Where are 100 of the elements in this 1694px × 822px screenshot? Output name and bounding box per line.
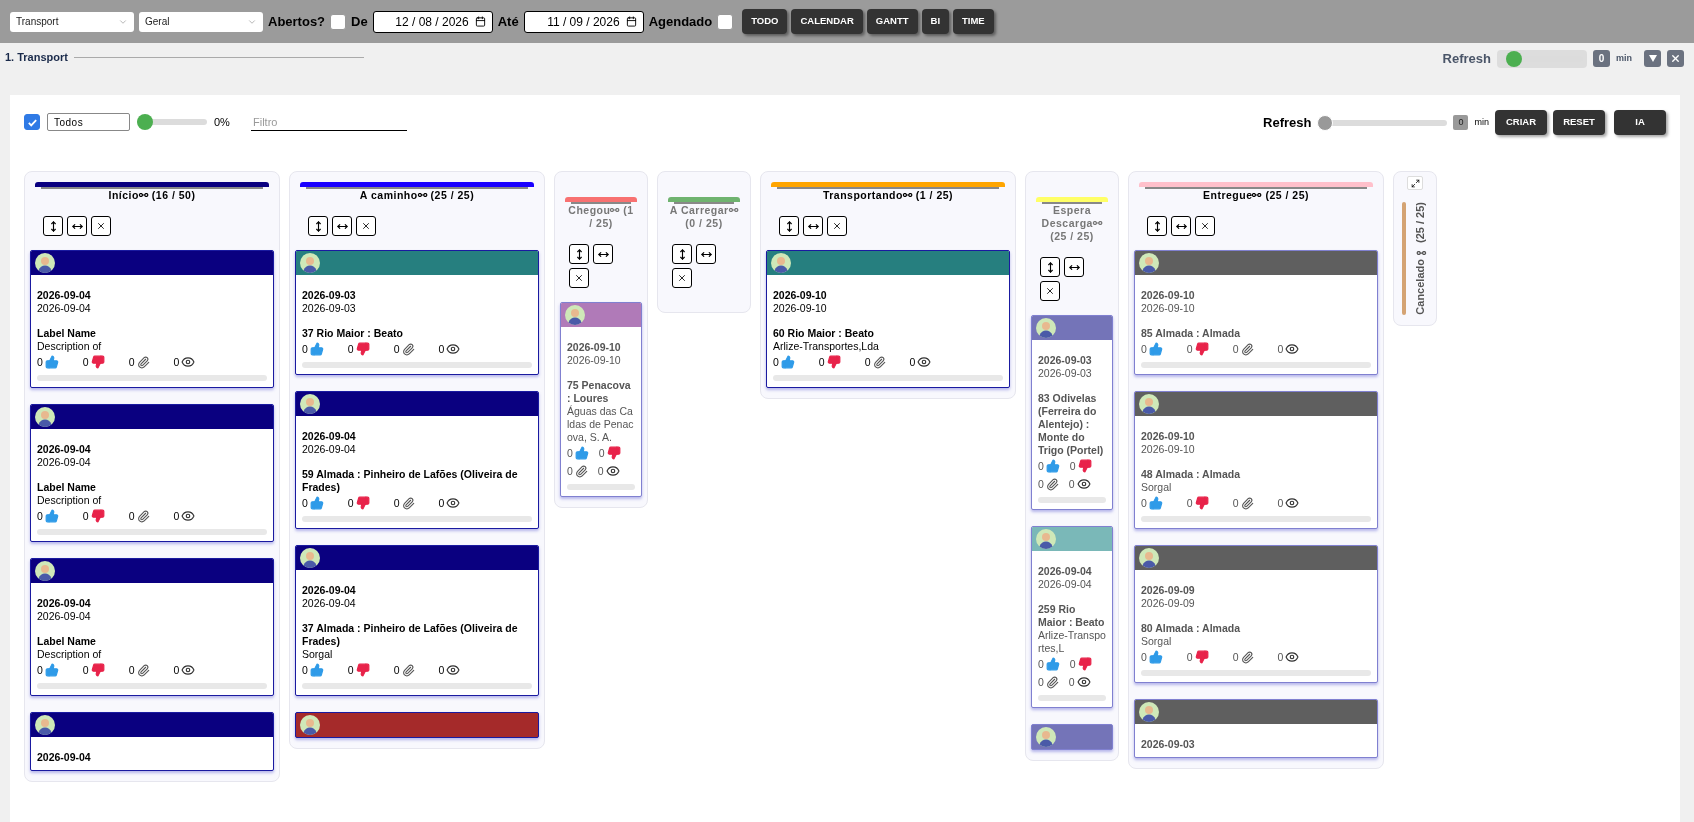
paperclip-icon[interactable] [401, 342, 415, 356]
thumbs-up-icon[interactable] [1148, 342, 1163, 356]
thumbs-up-icon[interactable] [1045, 657, 1060, 671]
resize-vertical-icon[interactable] [569, 244, 589, 264]
resize-horizontal-icon[interactable] [696, 244, 716, 264]
checkbox[interactable] [717, 13, 734, 30]
paperclip-icon[interactable] [136, 663, 150, 677]
task-card[interactable]: 2026-09-04 2026-09-04 Label Name Description of 0 0 0 0 [30, 250, 274, 388]
eye-icon[interactable] [1285, 342, 1300, 356]
thumbs-up-icon[interactable] [44, 355, 59, 369]
resize-vertical-icon[interactable] [1147, 216, 1167, 236]
resize-horizontal-icon[interactable] [593, 244, 613, 264]
close-icon[interactable] [827, 216, 847, 236]
resize-horizontal-icon[interactable] [803, 216, 823, 236]
task-card[interactable]: 2026-09-10 2026-09-10 48 Almada : Almada Sorgal 0 0 0 0 [1134, 391, 1378, 529]
task-card[interactable]: 2026-09-03 2026-09-03 83 Odivelas (Ferreira do Alentejo) : Monte do Trigo (Portel) 0 0 0 0 [1031, 315, 1113, 510]
calendar-icon[interactable] [625, 16, 637, 27]
resize-horizontal-icon[interactable] [332, 216, 352, 236]
slider[interactable] [1317, 114, 1448, 131]
paperclip-icon[interactable] [1045, 477, 1059, 491]
checkbox[interactable] [330, 13, 347, 30]
view-button[interactable]: GANTT [866, 9, 918, 34]
close-icon[interactable] [1195, 216, 1215, 236]
paperclip-icon[interactable] [401, 663, 415, 677]
close-icon[interactable] [356, 216, 376, 236]
paperclip-icon[interactable] [401, 496, 415, 510]
task-card[interactable] [295, 712, 539, 738]
task-card[interactable]: 2026-09-09 2026-09-09 80 Almada : Almada Sorgal 0 0 0 0 [1134, 545, 1378, 683]
thumbs-down-icon[interactable] [90, 663, 105, 677]
task-card[interactable]: 2026-09-04 2026-09-04 37 Almada : Pinheiro de Lafões (Oliveira de Frades) Sorgal 0 0 0 0 [295, 545, 539, 696]
resize-vertical-icon[interactable] [779, 216, 799, 236]
slider[interactable] [137, 114, 207, 130]
task-card[interactable]: 2026-09-04 2026-09-04 59 Almada : Pinheiro de Lafões (Oliveira de Frades) 0 0 0 0 [295, 391, 539, 529]
paperclip-icon[interactable] [574, 464, 588, 478]
view-button[interactable]: CALENDAR [791, 9, 863, 34]
expand-icon[interactable] [1407, 176, 1423, 190]
slider-thumb[interactable] [137, 114, 153, 130]
resize-horizontal-icon[interactable] [1171, 216, 1191, 236]
thumbs-down-icon[interactable] [1194, 496, 1209, 510]
slider-thumb[interactable] [1317, 114, 1334, 131]
paperclip-icon[interactable] [1240, 650, 1254, 664]
thumbs-up-icon[interactable] [1045, 459, 1060, 473]
thumbs-up-icon[interactable] [309, 342, 324, 356]
thumbs-down-icon[interactable] [90, 509, 105, 523]
thumbs-down-icon[interactable] [1077, 459, 1092, 473]
paperclip-icon[interactable] [136, 509, 150, 523]
filter-field[interactable]: Filtro [251, 113, 407, 131]
task-card[interactable]: 2026-09-03 [1134, 699, 1378, 758]
thumbs-up-icon[interactable] [44, 663, 59, 677]
thumbs-up-icon[interactable] [44, 509, 59, 523]
thumbs-down-icon[interactable] [1194, 650, 1209, 664]
checkbox[interactable] [24, 114, 40, 130]
thumbs-down-icon[interactable] [355, 342, 370, 356]
calendar-icon[interactable] [474, 16, 486, 27]
eye-icon[interactable] [446, 496, 461, 510]
task-card[interactable]: 2026-09-10 2026-09-10 60 Rio Maior : Beato Arlize-Transportes,Lda 0 0 0 0 [766, 250, 1010, 388]
eye-icon[interactable] [1285, 496, 1300, 510]
thumbs-down-icon[interactable] [606, 446, 621, 460]
paperclip-icon[interactable] [1045, 675, 1059, 689]
eye-icon[interactable] [181, 355, 196, 369]
collapse-button[interactable] [1644, 50, 1661, 68]
resize-horizontal-icon[interactable] [1064, 257, 1084, 277]
task-card[interactable]: 2026-09-04 [30, 712, 274, 771]
slider-track[interactable] [1497, 49, 1587, 68]
action-button[interactable]: IA [1614, 110, 1666, 135]
task-card[interactable] [1031, 724, 1113, 750]
view-button[interactable]: TODO [742, 9, 788, 34]
eye-icon[interactable] [1285, 650, 1300, 664]
eye-icon[interactable] [181, 663, 196, 677]
task-card[interactable]: 2026-09-03 2026-09-03 37 Rio Maior : Beato 0 0 0 0 [295, 250, 539, 375]
date-field[interactable]: 12 / 08 / 2026 [372, 10, 493, 33]
eye-icon[interactable] [181, 509, 196, 523]
close-icon[interactable] [1040, 281, 1060, 301]
thumbs-up-icon[interactable] [780, 355, 795, 369]
task-card[interactable]: 2026-09-04 2026-09-04 Label Name Description of 0 0 0 0 [30, 558, 274, 696]
action-button[interactable]: RESET [1553, 110, 1605, 135]
slider-thumb[interactable] [1506, 50, 1523, 67]
task-card[interactable]: 2026-09-04 2026-09-04 Label Name Description of 0 0 0 0 [30, 404, 274, 542]
close-icon[interactable] [91, 216, 111, 236]
thumbs-up-icon[interactable] [1148, 650, 1163, 664]
dropdown[interactable]: Geral [139, 11, 263, 32]
close-button[interactable] [1667, 50, 1684, 68]
paperclip-icon[interactable] [1240, 342, 1254, 356]
thumbs-down-icon[interactable] [826, 355, 841, 369]
eye-icon[interactable] [446, 663, 461, 677]
thumbs-up-icon[interactable] [574, 446, 589, 460]
resize-vertical-icon[interactable] [43, 216, 63, 236]
eye-icon[interactable] [605, 464, 620, 478]
close-icon[interactable] [672, 268, 692, 288]
task-card[interactable]: 2026-09-10 2026-09-10 85 Almada : Almada 0 0 0 0 [1134, 250, 1378, 375]
view-button[interactable]: BI [921, 9, 949, 34]
view-button[interactable]: TIME [953, 9, 994, 34]
thumbs-up-icon[interactable] [1148, 496, 1163, 510]
task-card[interactable]: 2026-09-10 2026-09-10 75 Penacova : Loures Águas das Caldas de Penacova, S. A. 0 0 0 0 [560, 302, 642, 497]
thumbs-down-icon[interactable] [355, 663, 370, 677]
eye-icon[interactable] [917, 355, 932, 369]
thumbs-down-icon[interactable] [90, 355, 105, 369]
dropdown[interactable]: Transport [10, 11, 134, 32]
resize-vertical-icon[interactable] [1040, 257, 1060, 277]
action-button[interactable]: CRIAR [1495, 110, 1547, 135]
